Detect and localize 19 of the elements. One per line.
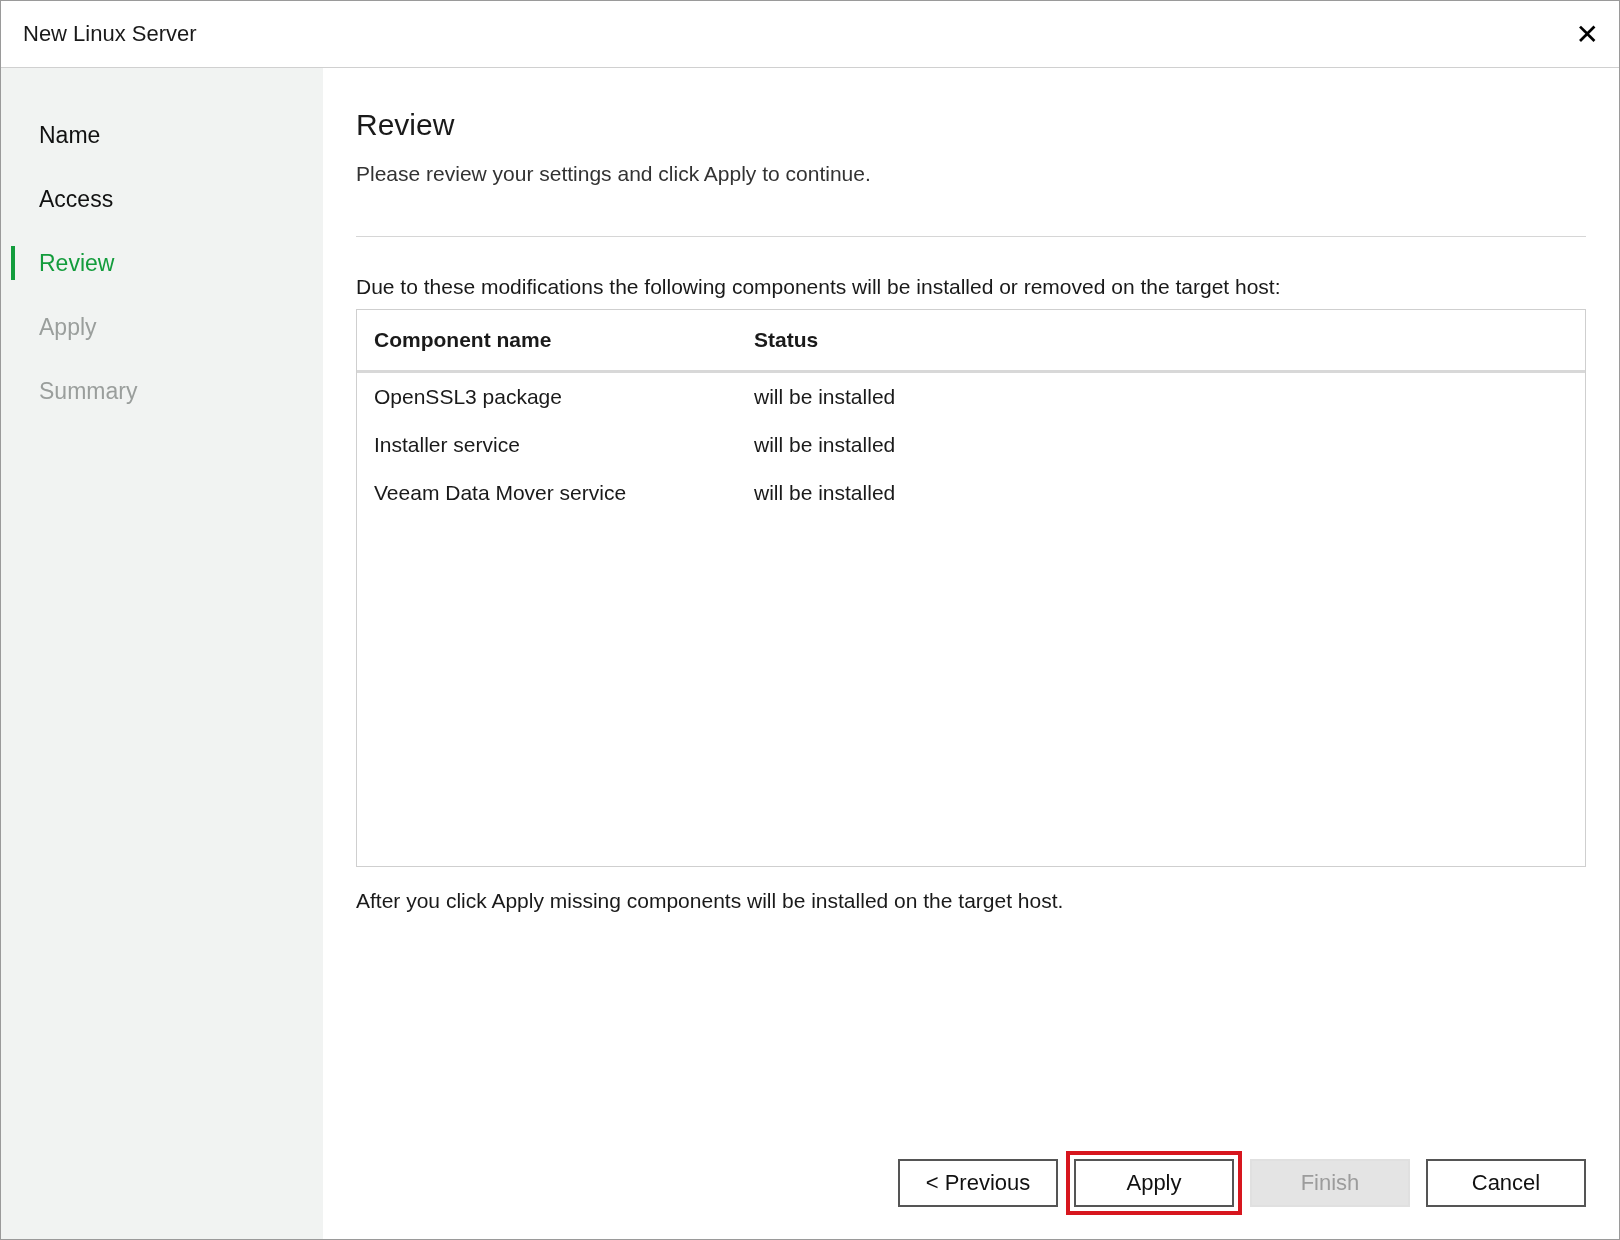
table-cell-text: Veeam Data Mover service: [374, 481, 628, 505]
table-cell-text: will be installed: [754, 481, 897, 505]
note-text: After you click Apply missing components will be installed on the target host.: [356, 889, 1065, 913]
window-title: New Linux Server: [23, 21, 197, 47]
table-cell-text: will be installed: [754, 385, 897, 409]
wizard-step[interactable]: Name: [11, 118, 323, 152]
page-description: Please review your settings and click Apply to continue.: [356, 162, 872, 186]
wizard-step[interactable]: Access: [11, 182, 323, 216]
table-cell-text: Installer service: [374, 433, 521, 457]
wizard-button[interactable]: Cancel: [1426, 1159, 1586, 1207]
table-cell-text: will be installed: [754, 433, 897, 457]
wizard-button[interactable]: Apply: [1074, 1159, 1234, 1207]
intro-text: Due to these modifications the following components will be installed or removed on the target host:: [356, 275, 1282, 299]
table-cell-text: OpenSSL3 package: [374, 385, 563, 409]
column-header: Status: [754, 328, 820, 352]
column-header: Component name: [374, 328, 553, 352]
page-heading: Review: [356, 108, 456, 142]
wizard-button[interactable]: < Previous: [898, 1159, 1058, 1207]
close-button[interactable]: ✕: [1569, 17, 1605, 51]
